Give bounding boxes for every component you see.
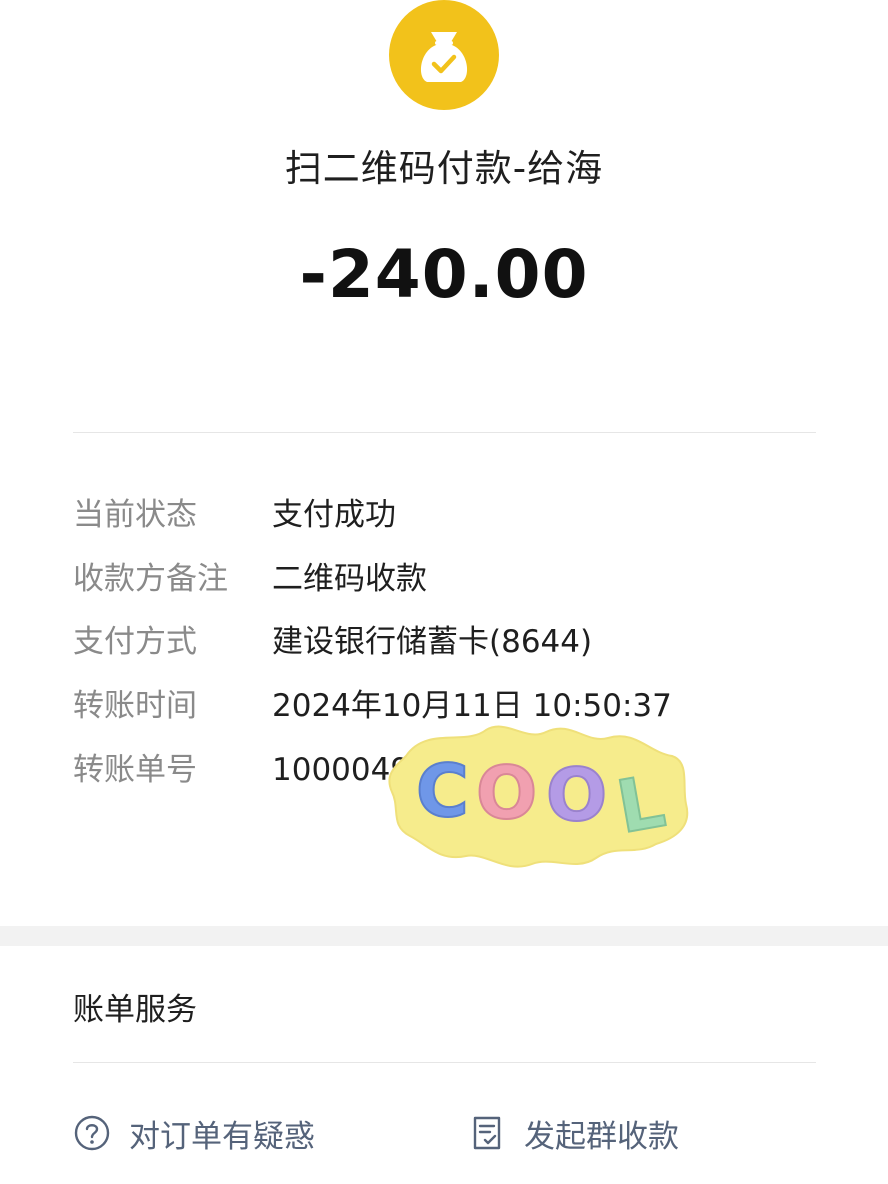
money-bag-check-icon bbox=[389, 0, 499, 110]
bill-check-icon bbox=[468, 1114, 506, 1152]
bill-services-title: 账单服务 bbox=[73, 992, 197, 1028]
transaction-amount: -240.00 bbox=[299, 236, 589, 313]
group-collection-label: 发起群收款 bbox=[524, 1118, 679, 1155]
payee-note-value: 二维码收款 bbox=[272, 561, 427, 597]
sticker-letter-o-1: O bbox=[476, 751, 537, 835]
divider bbox=[73, 432, 816, 433]
transfer-number-label: 转账单号 bbox=[73, 752, 197, 788]
status-value: 支付成功 bbox=[272, 497, 396, 533]
order-question-label: 对订单有疑惑 bbox=[129, 1118, 315, 1155]
order-question-button[interactable]: 对订单有疑惑 bbox=[73, 1108, 315, 1158]
section-separator bbox=[0, 926, 888, 946]
divider bbox=[73, 1062, 816, 1063]
question-circle-icon bbox=[73, 1114, 111, 1152]
payment-method-value: 建设银行储蓄卡(8644) bbox=[272, 624, 593, 660]
transfer-time-label: 转账时间 bbox=[73, 688, 197, 724]
cool-sticker: C O O L bbox=[386, 716, 692, 874]
sticker-letter-o-2: O bbox=[546, 753, 607, 837]
status-label: 当前状态 bbox=[73, 497, 197, 533]
transaction-title: 扫二维码付款-给海 bbox=[284, 147, 604, 190]
payment-method-label: 支付方式 bbox=[73, 624, 197, 660]
group-collection-button[interactable]: 发起群收款 bbox=[468, 1108, 679, 1158]
sticker-letter-c: C bbox=[416, 749, 469, 833]
bill-detail-page: 扫二维码付款-给海 -240.00 当前状态 支付成功 收款方备注 二维码收款 … bbox=[0, 0, 888, 1184]
payee-note-label: 收款方备注 bbox=[73, 561, 228, 597]
